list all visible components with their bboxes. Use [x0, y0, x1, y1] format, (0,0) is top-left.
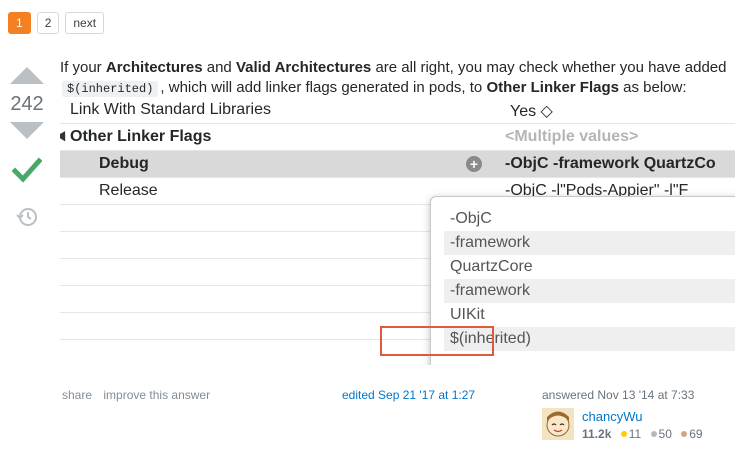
- popover-item: -framework: [444, 279, 735, 303]
- reputation-score: 11.2k: [582, 427, 612, 441]
- silver-badge-icon: [650, 431, 657, 437]
- setting-label: Link With Standard Libraries: [70, 101, 271, 118]
- setting-label: Debug: [99, 155, 149, 172]
- gold-badge-count: 11: [628, 427, 642, 441]
- pagination: 1 2 next: [8, 12, 105, 34]
- reputation: 11.2k 11 50 69: [582, 427, 703, 441]
- body-text: , which will add linker flags generated …: [160, 79, 487, 96]
- user-name-link[interactable]: chancyWu: [582, 409, 642, 424]
- share-link[interactable]: share: [62, 388, 92, 402]
- bronze-badge-count: 69: [689, 427, 703, 441]
- setting-label: Other Linker Flags: [70, 128, 212, 145]
- settings-row: Link With Standard Libraries Yes ◇: [60, 97, 735, 124]
- popover-item: UIKit: [450, 306, 485, 323]
- bronze-badge-icon: [681, 431, 688, 437]
- body-bold-architectures: Architectures: [105, 59, 203, 76]
- history-icon[interactable]: [16, 206, 38, 228]
- page-2-button[interactable]: 2: [36, 12, 60, 34]
- inline-code: $(inherited): [62, 81, 159, 97]
- post-menu: share improve this answer: [62, 388, 218, 402]
- body-text: as below:: [618, 79, 687, 96]
- disclosure-triangle-icon: [60, 131, 70, 144]
- settings-row: Other Linker Flags <Multiple values>: [60, 124, 735, 151]
- answered-time: answered Nov 13 '14 at 7:33: [542, 388, 695, 402]
- avatar[interactable]: [542, 408, 574, 440]
- setting-value: -ObjC -framework QuartzCo: [505, 155, 716, 172]
- body-text: are all right, you may check whether you…: [371, 59, 727, 76]
- xcode-build-settings-screenshot: Link With Standard Libraries Yes ◇ Other…: [60, 97, 735, 365]
- popover-item: -ObjC: [450, 210, 492, 227]
- downvote-arrow-icon[interactable]: [10, 122, 44, 139]
- body-bold-other-linker-flags: Other Linker Flags: [486, 79, 619, 96]
- silver-badge-count: 50: [658, 427, 672, 441]
- next-page-button[interactable]: next: [65, 12, 105, 34]
- plus-icon: +: [466, 156, 482, 172]
- setting-value: <Multiple values>: [505, 128, 639, 145]
- edited-link[interactable]: edited Sep 21 '17 at 1:27: [342, 388, 475, 402]
- body-text: and: [202, 59, 236, 76]
- body-bold-valid-architectures: Valid Architectures: [235, 59, 372, 76]
- setting-value: Yes ◇: [510, 103, 553, 120]
- setting-label: Release: [99, 182, 158, 199]
- body-text: If your: [60, 59, 106, 76]
- settings-row-selected: Debug + -ObjC -framework QuartzCo: [60, 151, 735, 178]
- popover-item: QuartzCore: [450, 258, 533, 275]
- popover-item: -framework: [444, 231, 735, 255]
- user-card: chancyWu 11.2k 11 50 69: [542, 408, 742, 444]
- vote-cell: 242: [0, 60, 54, 233]
- highlight-box: [380, 326, 494, 356]
- improve-answer-link[interactable]: improve this answer: [103, 388, 210, 402]
- answer-body: If your Architectures and Valid Architec…: [60, 58, 740, 99]
- page-1-button[interactable]: 1: [8, 12, 31, 34]
- gold-badge-icon: [620, 431, 627, 437]
- vote-count: 242: [10, 93, 44, 115]
- accepted-check-icon: [11, 157, 43, 183]
- upvote-arrow-icon[interactable]: [10, 67, 44, 84]
